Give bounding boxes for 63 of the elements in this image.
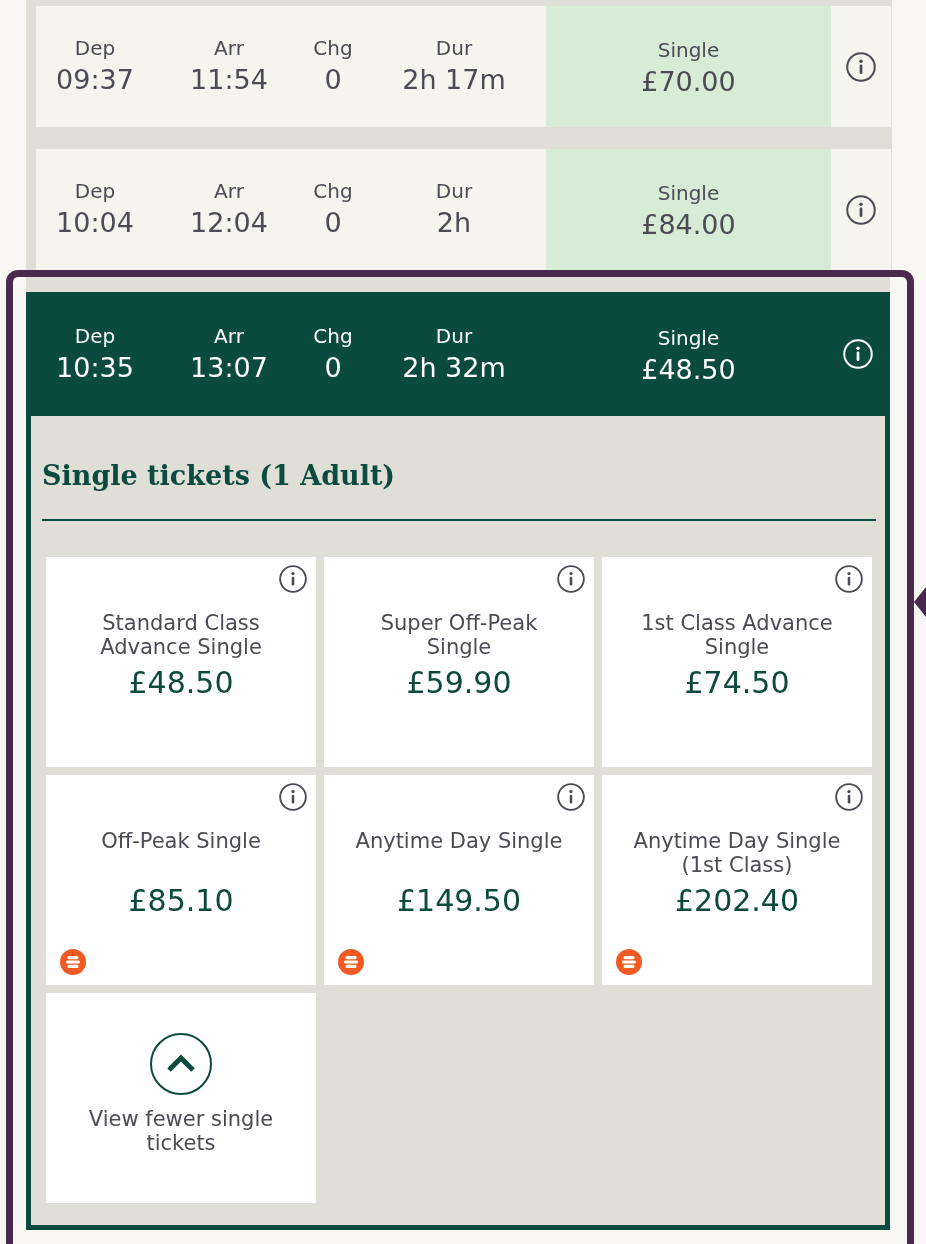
fare-label: Single: [657, 181, 720, 205]
ticket-price: £74.50: [684, 665, 790, 701]
ticket-option-card[interactable]: Standard Class Advance Single £48.50: [46, 557, 316, 767]
ticket-name: Standard Class Advance Single: [99, 611, 263, 659]
field-value: 2h: [436, 206, 472, 240]
field-value: 09:37: [56, 63, 134, 97]
fare-panel[interactable]: Single £70.00: [546, 6, 831, 127]
tickets-heading: Single tickets (1 Adult): [42, 459, 397, 493]
ticket-price: £59.90: [406, 665, 512, 701]
ticket-name: Anytime Day Single: [355, 829, 563, 855]
fare-label: Single: [657, 325, 720, 350]
info-icon[interactable]: [279, 783, 307, 811]
field-value: 0: [324, 63, 342, 97]
field-value: 12:04: [190, 206, 268, 240]
field-label: Dur: [435, 36, 473, 60]
ticket-name: Off-Peak Single: [101, 829, 261, 855]
field-value: 2h 17m: [402, 63, 506, 97]
fare-price: £70.00: [641, 65, 736, 99]
journey-row[interactable]: Dep 10:04 Arr 12:04 Chg 0 Dur 2h Single £84.00: [36, 149, 891, 270]
field-label: Chg: [313, 323, 353, 348]
field-label: Dep: [74, 179, 116, 203]
field-value: 10:04: [56, 206, 134, 240]
ticket-price: £202.40: [674, 883, 800, 919]
ticket-option-card[interactable]: Off-Peak Single £85.10: [46, 775, 316, 985]
ticket-name: Super Off-Peak Single: [379, 611, 539, 659]
field-label: Chg: [313, 179, 353, 203]
ticket-option-card[interactable]: 1st Class Advance Single £74.50: [602, 557, 872, 767]
ticket-option-card[interactable]: Super Off-Peak Single £59.90: [324, 557, 594, 767]
field-value: 0: [324, 350, 342, 385]
fare-panel[interactable]: Single £84.00: [546, 149, 831, 270]
info-icon[interactable]: [835, 565, 863, 593]
ticket-price: £48.50: [128, 665, 234, 701]
fare-price: £48.50: [641, 352, 736, 387]
field-value: 10:35: [56, 350, 134, 385]
field-label: Dep: [74, 323, 116, 348]
view-fewer-button[interactable]: View fewer single tickets: [46, 993, 316, 1203]
field-value: 2h 32m: [402, 350, 506, 385]
ticket-name: Anytime Day Single (1st Class): [632, 829, 842, 877]
field-label: Dep: [74, 36, 116, 60]
field-label: Arr: [214, 323, 244, 348]
field-label: Arr: [214, 179, 244, 203]
info-icon[interactable]: [279, 565, 307, 593]
info-icon[interactable]: [557, 783, 585, 811]
ticket-price: £85.10: [128, 883, 234, 919]
chevron-up-icon: [150, 1033, 212, 1095]
field-value: 13:07: [190, 350, 268, 385]
field-label: Dur: [435, 179, 473, 203]
info-icon[interactable]: [846, 51, 876, 82]
fare-price: £84.00: [641, 208, 736, 242]
ticket-price: £149.50: [396, 883, 522, 919]
field-label: Chg: [313, 36, 353, 60]
journey-row[interactable]: Dep 09:37 Arr 11:54 Chg 0 Dur 2h 17m Single £70.00: [36, 6, 891, 127]
field-label: Dur: [435, 323, 473, 348]
info-icon[interactable]: [835, 783, 863, 811]
info-icon[interactable]: [557, 565, 585, 593]
ticket-option-card[interactable]: Anytime Day Single (1st Class) £202.40: [602, 775, 872, 985]
ticket-option-card[interactable]: Anytime Day Single £149.50: [324, 775, 594, 985]
info-icon[interactable]: [846, 194, 876, 225]
field-value: 11:54: [190, 63, 268, 97]
fare-label: Single: [657, 38, 720, 62]
field-label: Arr: [214, 36, 244, 60]
field-value: 0: [324, 206, 342, 240]
ticket-name: 1st Class Advance Single: [640, 611, 834, 659]
